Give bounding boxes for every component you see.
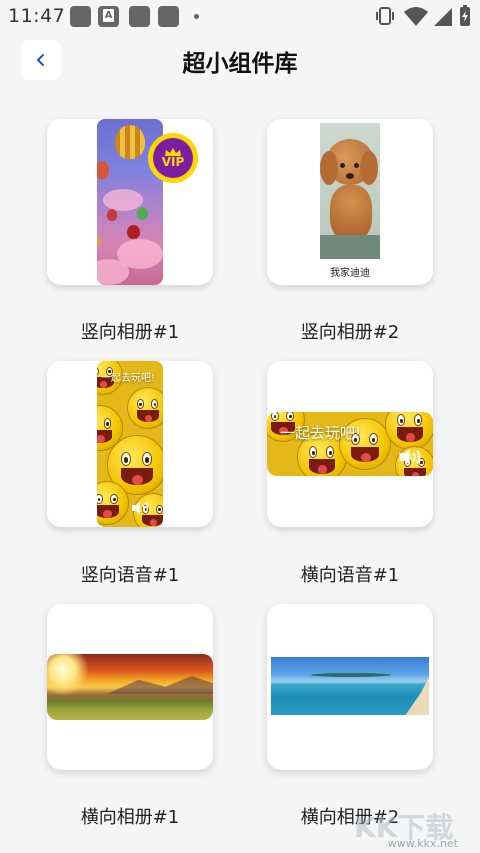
watermark-url: www.kkx.net: [387, 837, 458, 850]
more-notifications-dot: [194, 14, 199, 19]
emoji-photo: 一起去玩吧!: [97, 361, 163, 527]
beach-photo: [271, 657, 429, 715]
status-bar: 11:47 A: [0, 0, 480, 32]
widget-label: 竖向相册#1: [80, 322, 180, 343]
system-icons: [376, 4, 472, 28]
widget-label: 横向相册#1: [80, 807, 180, 828]
voice-overlay-text: 一起去玩吧!: [101, 373, 156, 384]
voice-overlay-text: 一起去玩吧!: [280, 424, 362, 442]
battery-charging-icon: [460, 5, 470, 26]
app-notification-icon: [158, 6, 179, 27]
widget-label: 横向语音#1: [300, 565, 400, 586]
page-title: 超小组件库: [182, 51, 298, 77]
speaker-icon: [132, 502, 149, 514]
widget-label: 竖向相册#2: [300, 322, 400, 343]
widget-card-horizontal-album-2[interactable]: [267, 604, 433, 770]
widget-label: 竖向语音#1: [80, 565, 180, 586]
widget-card-vertical-album-2[interactable]: 我家迪迪: [267, 119, 433, 285]
app-notification-icon: [70, 6, 91, 27]
speaker-icon: [399, 449, 421, 465]
photo-caption: 我家迪迪: [330, 268, 370, 279]
vibrate-icon: [376, 7, 394, 25]
widget-card-vertical-album-1[interactable]: VIP: [47, 119, 213, 285]
vip-badge: VIP: [148, 133, 198, 183]
app-notification-icon: [129, 6, 150, 27]
wifi-icon: [404, 7, 428, 26]
sunset-photo: [47, 654, 213, 720]
widget-card-horizontal-voice-1[interactable]: 一起去玩吧!: [267, 361, 433, 527]
signal-icon: [434, 8, 452, 26]
widget-card-vertical-voice-1[interactable]: 一起去玩吧!: [47, 361, 213, 527]
vip-badge-text: VIP: [161, 155, 185, 169]
widget-card-horizontal-album-1[interactable]: [47, 604, 213, 770]
status-time: 11:47: [8, 5, 66, 27]
a-notification-icon: A: [98, 6, 119, 27]
dog-photo: [320, 123, 380, 259]
emoji-photo: 一起去玩吧!: [267, 412, 433, 476]
